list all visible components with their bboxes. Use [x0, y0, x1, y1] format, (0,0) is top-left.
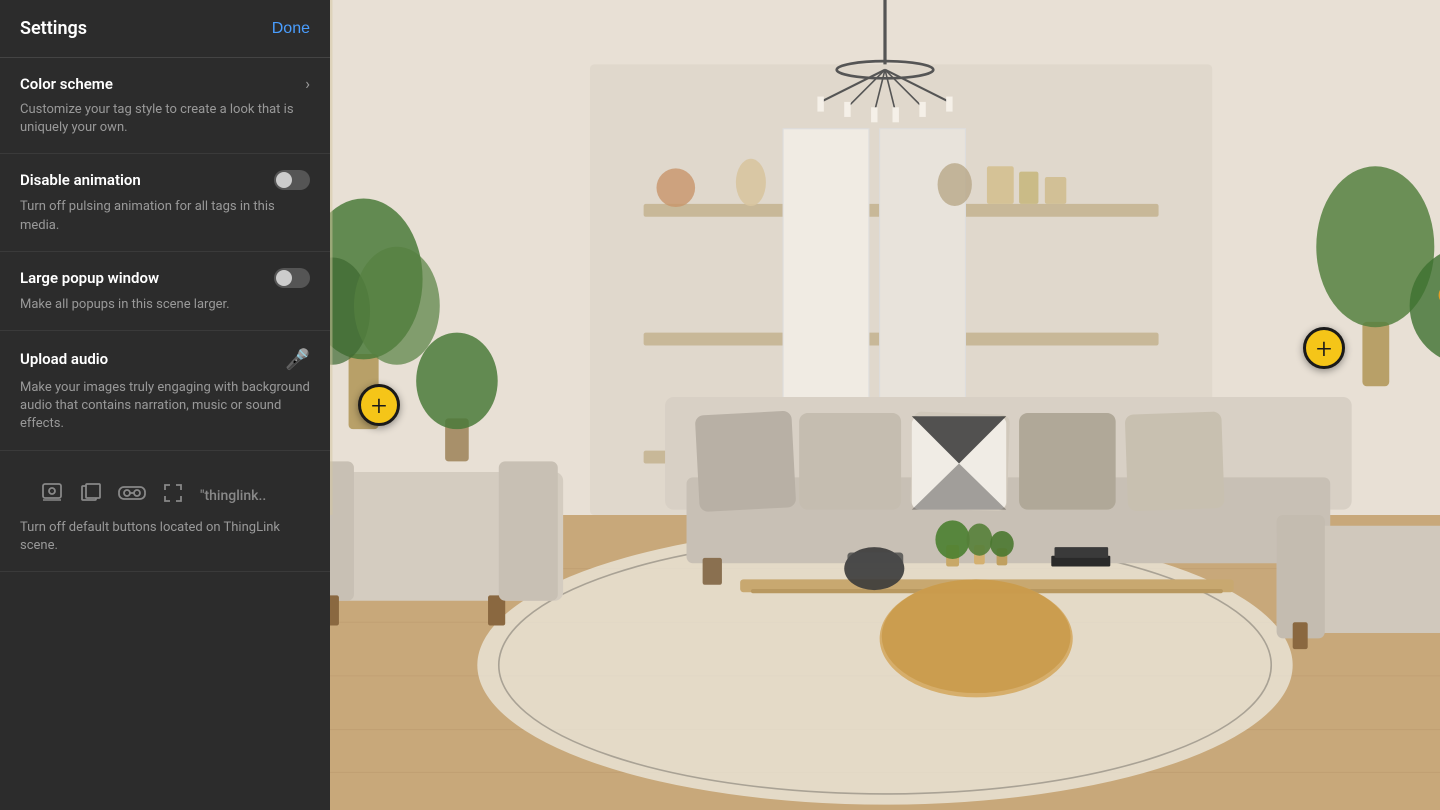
- color-scheme-title: Color scheme: [20, 75, 113, 93]
- vr-icon[interactable]: [118, 483, 146, 508]
- color-scheme-header: Color scheme ›: [20, 74, 310, 93]
- tag-button-right[interactable]: +: [1303, 327, 1345, 369]
- upload-audio-title: Upload audio: [20, 350, 108, 368]
- upload-audio-desc: Make your images truly engaging with bac…: [20, 379, 310, 434]
- preview-area: + + "thinglink...: [330, 0, 1440, 810]
- disable-animation-desc: Turn off pulsing animation for all tags …: [20, 198, 310, 234]
- color-scheme-item[interactable]: Color scheme › Customize your tag style …: [0, 58, 330, 154]
- disable-animation-toggle[interactable]: [274, 170, 310, 190]
- tag-button-left[interactable]: +: [358, 384, 400, 426]
- toolbar-icons-row: "thinglink..: [20, 467, 310, 519]
- large-popup-desc: Make all popups in this scene larger.: [20, 296, 310, 314]
- color-scheme-desc: Customize your tag style to create a loo…: [20, 101, 310, 137]
- copy-icon[interactable]: [80, 482, 102, 510]
- large-popup-header: Large popup window: [20, 268, 310, 288]
- upload-audio-item: Upload audio 🎤 Make your images truly en…: [0, 331, 330, 451]
- disable-animation-item: Disable animation Turn off pulsing anima…: [0, 154, 330, 251]
- expand-icon[interactable]: [162, 482, 184, 510]
- settings-header: Settings Done: [0, 0, 330, 57]
- toolbar-thinglink-label: "thinglink..: [200, 488, 266, 504]
- search-zoom-icon[interactable]: [40, 481, 64, 511]
- large-popup-item: Large popup window Make all popups in th…: [0, 252, 330, 331]
- upload-audio-header: Upload audio 🎤: [20, 347, 310, 371]
- toolbar-desc: Turn off default buttons located on Thin…: [20, 519, 310, 555]
- toolbar-item: "thinglink.. Turn off default buttons lo…: [0, 451, 330, 572]
- settings-panel: Settings Done Color scheme › Customize y…: [0, 0, 330, 810]
- settings-title: Settings: [20, 18, 87, 39]
- disable-animation-title: Disable animation: [20, 171, 141, 189]
- disable-animation-header: Disable animation: [20, 170, 310, 190]
- done-button[interactable]: Done: [272, 20, 310, 38]
- large-popup-title: Large popup window: [20, 269, 159, 287]
- large-popup-toggle[interactable]: [274, 268, 310, 288]
- chevron-right-icon: ›: [305, 74, 310, 93]
- microphone-icon[interactable]: 🎤: [285, 347, 310, 371]
